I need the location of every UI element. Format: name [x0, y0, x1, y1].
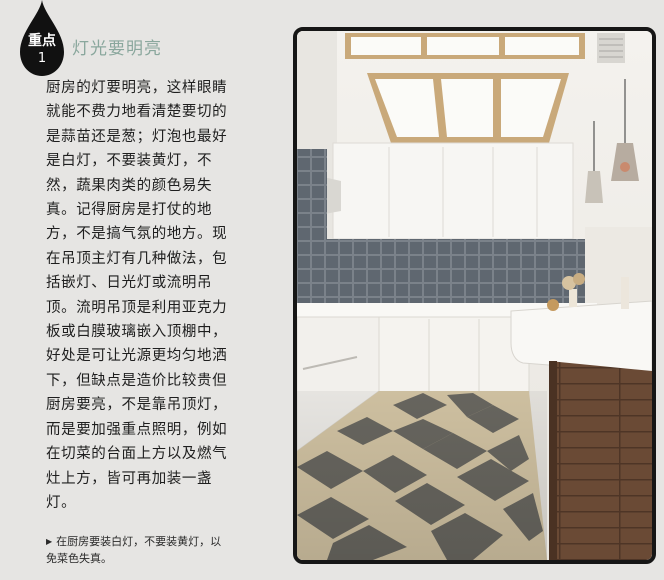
- body-line: 方，不是搞气氛的地方。现: [46, 226, 228, 243]
- checkered-floor: [297, 391, 547, 560]
- body-line: 在吊顶主灯有几种做法，包: [46, 250, 228, 267]
- upper-cabinets: [332, 142, 574, 240]
- body-line: 厨房的灯要明亮，这样眼睛: [46, 80, 228, 96]
- caption-text: 在厨房要装白灯，不要装黄灯，以: [56, 535, 222, 548]
- body-line: 顶。流明吊顶是利用亚克力: [46, 299, 228, 316]
- body-line: 好处是可让光源更均匀地洒: [46, 348, 228, 365]
- body-line: 下，但缺点是造价比较贵但: [46, 372, 228, 389]
- body-line: 是白灯，不要装黄灯，不: [46, 153, 213, 170]
- badge-number: 1: [37, 51, 47, 66]
- body-line: 真。记得厨房是打仗的地: [46, 202, 213, 219]
- body-line: 是蒜苗还是葱；灯泡也最好: [46, 128, 228, 145]
- body-line: 就能不费力地看清楚要切的: [46, 104, 228, 121]
- body-line: 而是要加强重点照明，例如: [46, 421, 228, 438]
- bread: [547, 299, 559, 311]
- body-line: 厨房要亮，不是靠吊顶灯，: [46, 397, 228, 414]
- body-line: 灯。: [46, 494, 77, 511]
- ceiling-light-panel: [345, 33, 585, 59]
- page: 重点 1 灯光要明亮 厨房的灯要明亮，这样眼睛 就能不费力地看清楚要切的 是蒜苗…: [0, 0, 664, 580]
- ceiling-vent: [597, 33, 625, 63]
- ceiling-light-panel: [367, 73, 569, 143]
- bottle: [621, 277, 629, 309]
- body-line: 灶上方，皆可再加装一盏: [46, 470, 213, 487]
- caption-line: ▶ 在厨房要装白灯，不要装黄灯，以: [46, 534, 278, 551]
- section-title: 灯光要明亮: [72, 39, 162, 59]
- kitchen-photo: [293, 27, 656, 564]
- caption-line: 免菜色失真。: [46, 552, 112, 565]
- body-text: 厨房的灯要明亮，这样眼睛 就能不费力地看清楚要切的 是蒜苗还是葱；灯泡也最好 是…: [46, 76, 274, 515]
- caption-arrow-icon: ▶: [46, 537, 53, 546]
- tile-backsplash: [297, 239, 587, 303]
- body-line: 在切菜的台面上方以及燃气: [46, 446, 228, 463]
- body-line: 板或白膜玻璃嵌入顶棚中，: [46, 324, 228, 341]
- badge: 重点 1: [20, 0, 64, 78]
- photo-caption: ▶ 在厨房要装白灯，不要装黄灯，以 免菜色失真。: [46, 534, 278, 567]
- kitchen-illustration: [297, 31, 652, 560]
- body-line: 括嵌灯、日光灯或流明吊: [46, 275, 213, 292]
- body-line: 然，蔬果肉类的颜色易失: [46, 177, 213, 194]
- badge-label: 重点: [28, 33, 56, 49]
